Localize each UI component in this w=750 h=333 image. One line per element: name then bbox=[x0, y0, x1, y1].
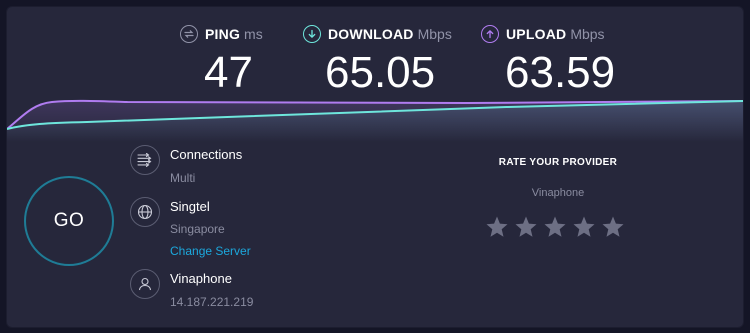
star-icon[interactable] bbox=[572, 215, 596, 239]
download-label: DOWNLOAD bbox=[328, 26, 414, 42]
connections-value: Multi bbox=[170, 171, 196, 185]
upload-unit: Mbps bbox=[570, 26, 605, 42]
globe-icon bbox=[130, 197, 160, 227]
star-rating bbox=[485, 215, 625, 239]
star-icon[interactable] bbox=[601, 215, 625, 239]
upload-header: UPLOAD Mbps bbox=[481, 25, 605, 43]
rate-provider-title: RATE YOUR PROVIDER bbox=[498, 157, 618, 168]
star-icon[interactable] bbox=[543, 215, 567, 239]
upload-label: UPLOAD bbox=[506, 26, 567, 42]
change-server-link[interactable]: Change Server bbox=[170, 244, 251, 258]
provider-ip: 14.187.221.219 bbox=[170, 295, 254, 309]
go-button[interactable]: GO bbox=[24, 176, 114, 266]
star-icon[interactable] bbox=[514, 215, 538, 239]
ping-label: PING bbox=[205, 26, 241, 42]
download-unit: Mbps bbox=[417, 26, 452, 42]
upload-icon bbox=[481, 25, 499, 43]
download-icon bbox=[303, 25, 321, 43]
speedtest-panel: PING ms 47 DOWNLOAD Mbps 65.05 UPLOAD Mb… bbox=[6, 6, 744, 328]
connections-icon bbox=[130, 145, 160, 175]
connections-title: Connections bbox=[170, 147, 243, 162]
ping-unit: ms bbox=[244, 26, 263, 42]
provider-name: Vinaphone bbox=[170, 271, 232, 286]
server-name: Singtel bbox=[170, 199, 210, 214]
ping-header: PING ms bbox=[180, 25, 263, 43]
speed-graph bbox=[7, 99, 743, 142]
star-icon[interactable] bbox=[485, 215, 509, 239]
server-location: Singapore bbox=[170, 222, 225, 236]
go-button-label: GO bbox=[53, 210, 85, 231]
rate-provider-name: Vinaphone bbox=[531, 187, 585, 199]
user-icon bbox=[130, 269, 160, 299]
ping-icon bbox=[180, 25, 198, 43]
download-header: DOWNLOAD Mbps bbox=[303, 25, 452, 43]
